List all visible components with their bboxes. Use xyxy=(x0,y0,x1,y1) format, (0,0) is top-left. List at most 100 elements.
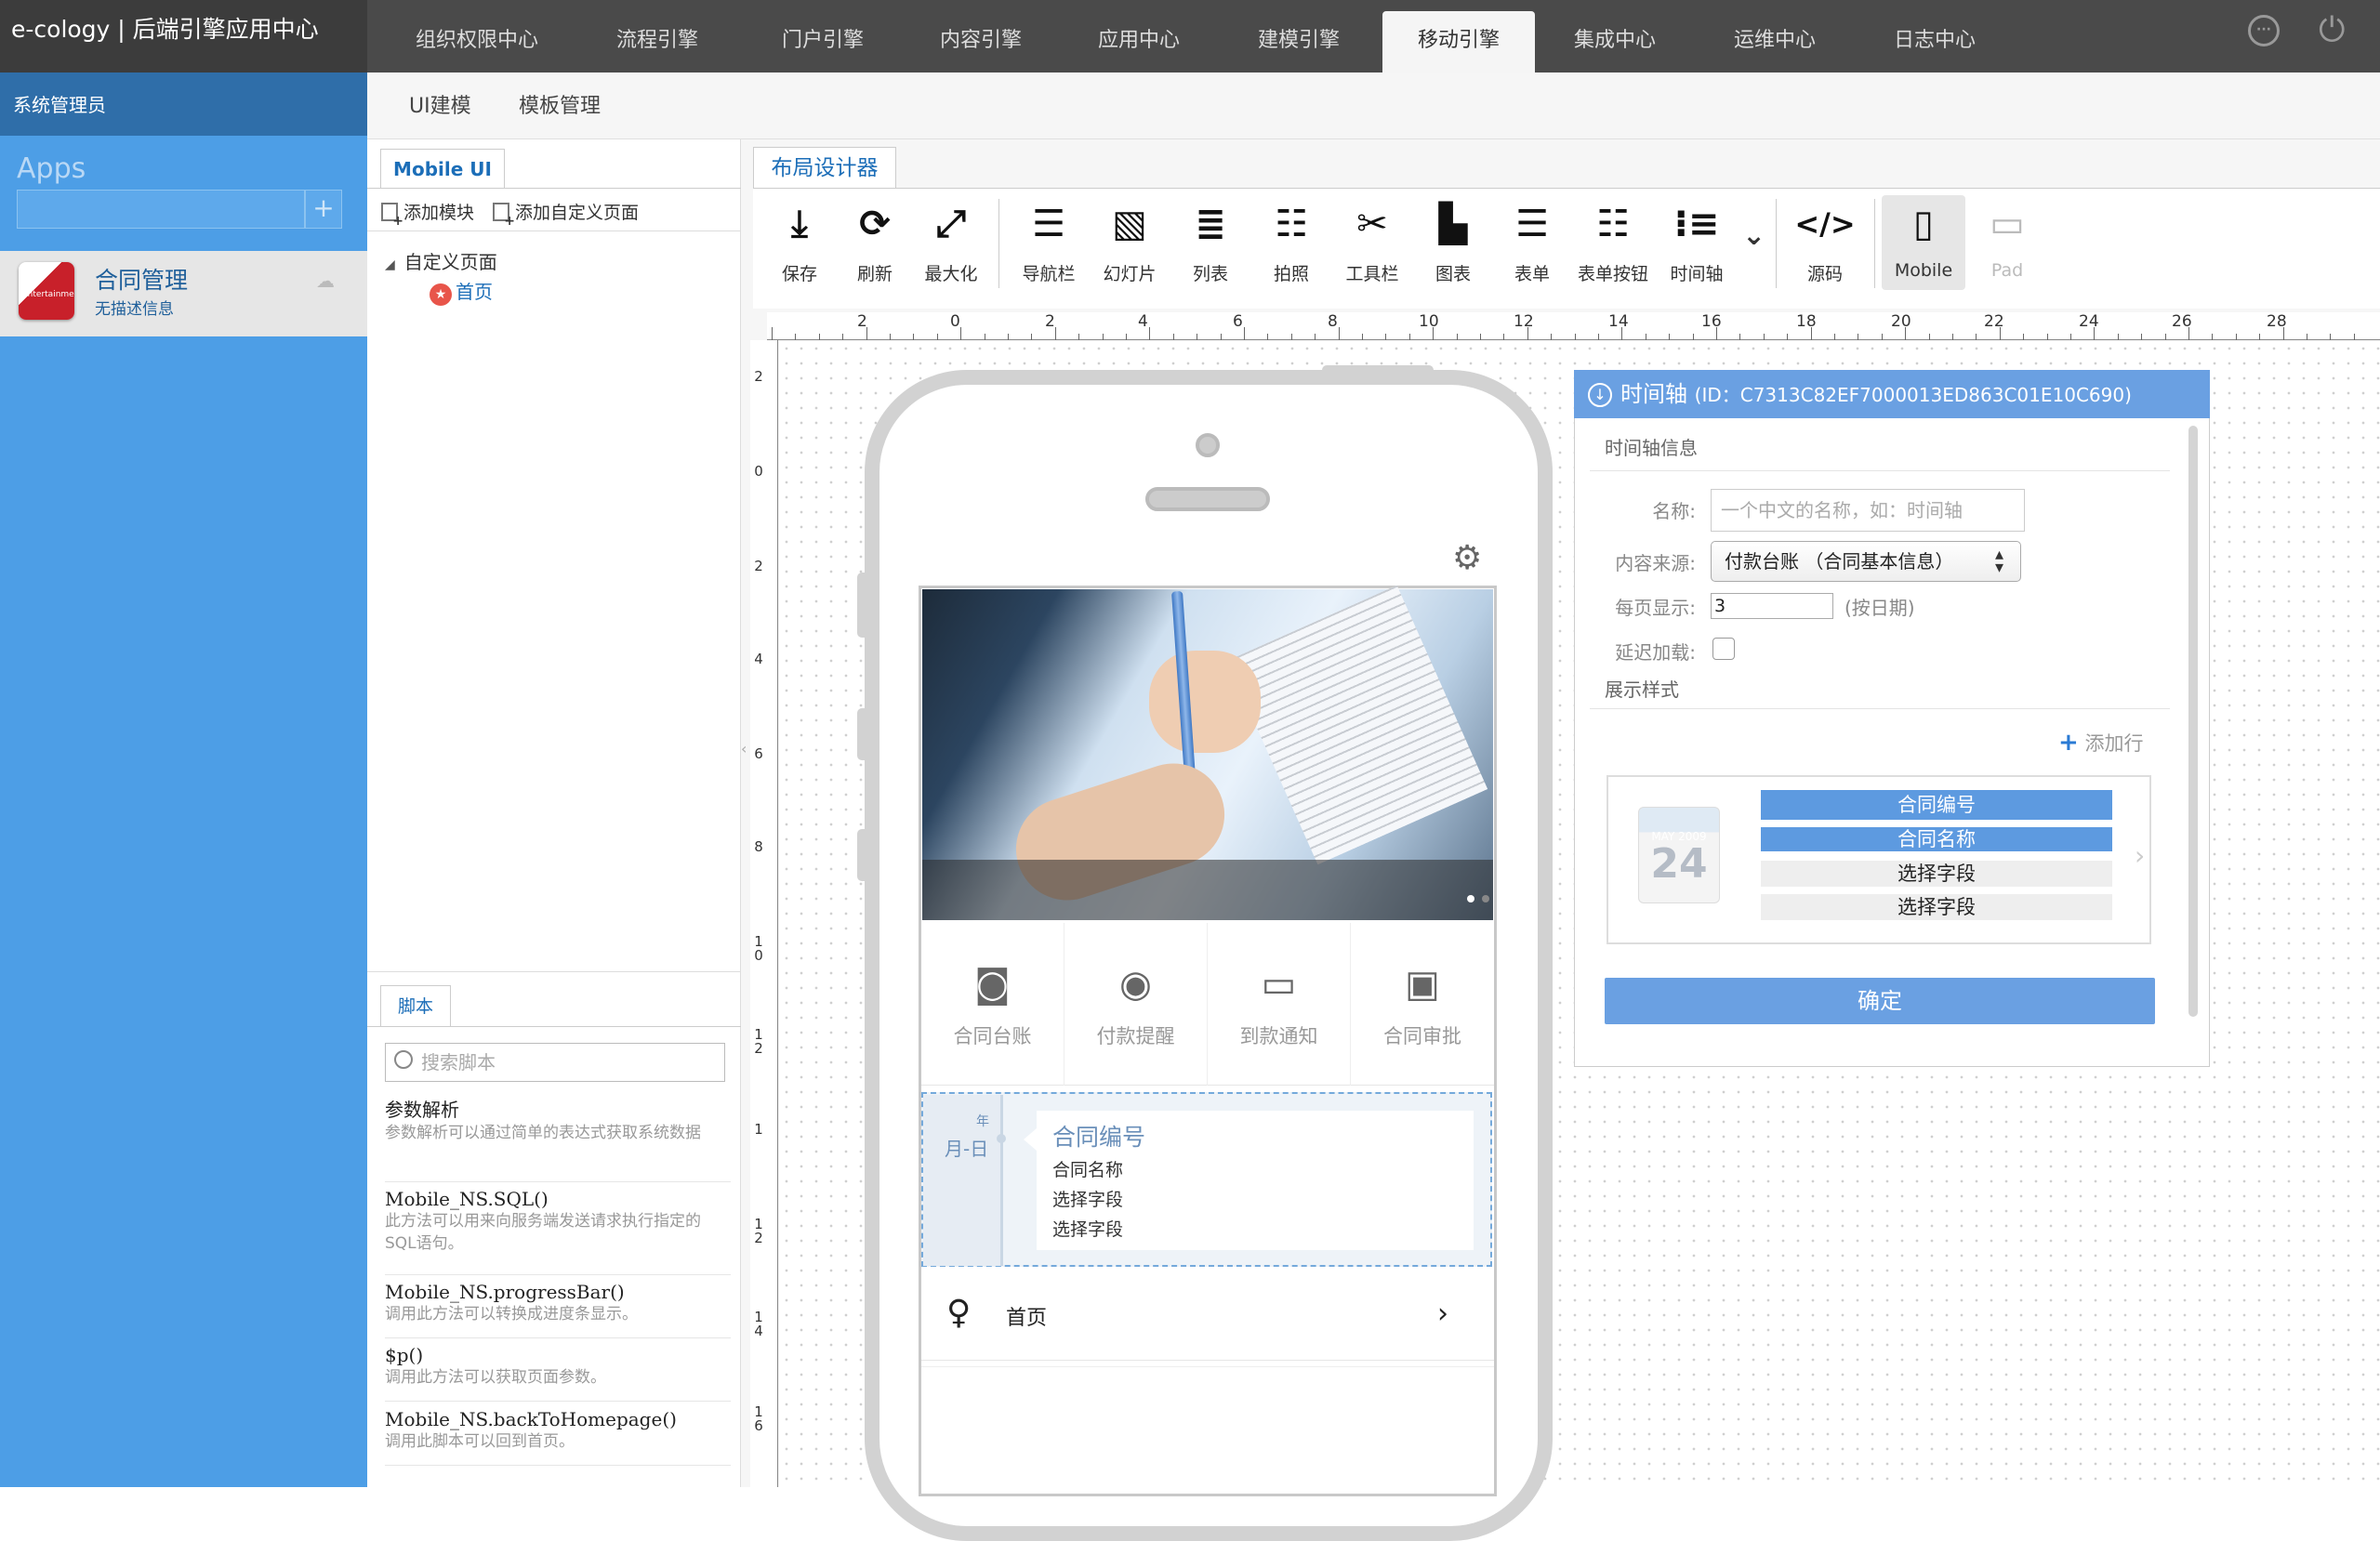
tool-label: 拍照 xyxy=(1273,264,1309,284)
ruler-tick-label: 0 xyxy=(950,312,960,331)
refresh-icon: ⟳ xyxy=(859,203,891,245)
properties-title: 时间轴 xyxy=(1620,381,1687,407)
template-field-select[interactable]: 选择字段 xyxy=(1761,894,2112,920)
ruler-tick xyxy=(1457,334,1458,340)
ruler-tick xyxy=(795,334,796,340)
tool-label: Pad xyxy=(1990,260,2024,281)
name-field-label: 名称: xyxy=(1652,500,1696,522)
confirm-button[interactable]: 确定 xyxy=(1605,978,2155,1024)
nav-portal-engine[interactable]: 门户引擎 xyxy=(753,0,892,72)
cloud-upload-icon[interactable]: ☁ xyxy=(316,270,335,292)
banner-caption-bar xyxy=(922,860,1493,920)
ruler-tick xyxy=(2141,334,2142,340)
add-app-button[interactable]: + xyxy=(305,190,342,229)
app-icon: Entertainment xyxy=(19,262,74,320)
search-icon xyxy=(394,1050,413,1069)
more-icon[interactable]: ··· xyxy=(2248,15,2280,46)
chart-tool[interactable]: ▙ 图表 xyxy=(1411,195,1495,285)
nav-mobile-engine[interactable]: 移动引擎 xyxy=(1382,11,1535,72)
toolbar-tool[interactable]: ✂ 工具栏 xyxy=(1330,195,1414,285)
tab-template-management[interactable]: 模板管理 xyxy=(519,89,601,119)
script-item[interactable]: 参数解析 参数解析可以通过简单的表达式获取系统数据 xyxy=(385,1095,731,1182)
quick-item-payment-reminder[interactable]: ◉ 付款提醒 xyxy=(1064,923,1208,1086)
script-item-desc: 此方法可以用来向服务端发送请求执行指定的SQL语句。 xyxy=(385,1212,701,1253)
photo-tool[interactable]: ☷ 拍照 xyxy=(1250,195,1333,285)
nav-modeling-engine[interactable]: 建模引擎 xyxy=(1229,0,1368,72)
content-source-select[interactable]: 付款台账 （合同基本信息） xyxy=(1711,541,2021,582)
slide-indicator-dot[interactable] xyxy=(1467,895,1474,902)
name-input[interactable]: 一个中文的名称，如：时间轴 xyxy=(1711,489,2025,532)
add-row-button[interactable]: + 添加行 xyxy=(2058,729,2143,757)
nav-integration-center[interactable]: 集成中心 xyxy=(1545,0,1685,72)
nav-workflow-engine[interactable]: 流程引擎 xyxy=(588,0,727,72)
chevron-down-icon[interactable]: ⌄ xyxy=(1742,219,1765,252)
tree-node-custom-pages[interactable]: ◢ 自定义页面 xyxy=(385,247,497,274)
add-module-icon xyxy=(381,203,403,229)
timeline-properties-panel xyxy=(1574,370,2210,1067)
template-field-select[interactable]: 选择字段 xyxy=(1761,861,2112,887)
ruler-tick-label: 8 xyxy=(1328,312,1338,331)
collapse-down-icon[interactable]: ↓ xyxy=(1588,383,1612,407)
slideshow-tool[interactable]: ▧ 幻灯片 xyxy=(1088,195,1171,285)
script-item[interactable]: Mobile_NS.progressBar() 调用此方法可以转换成进度条显示。 xyxy=(385,1281,731,1338)
script-item[interactable]: Mobile_NS.SQL() 此方法可以用来向服务端发送请求执行指定的SQL语句… xyxy=(385,1188,731,1275)
script-item[interactable]: Mobile_NS.backToHomepage() 调用此脚本可以回到首页。 xyxy=(385,1408,731,1466)
quick-item-contract-approval[interactable]: ▣ 合同审批 xyxy=(1351,923,1494,1086)
ruler-tick xyxy=(1362,334,1363,340)
panel-splitter-handle[interactable]: ‹ xyxy=(741,740,747,777)
tool-label: 保存 xyxy=(781,264,817,284)
quick-item-receipt-notice[interactable]: ▭ 到款通知 xyxy=(1208,923,1351,1086)
slide-indicator-dot[interactable] xyxy=(1482,895,1489,902)
source-code-tool[interactable]: </> 源码 xyxy=(1783,195,1867,285)
refresh-tool[interactable]: ⟳ 刷新 xyxy=(833,195,917,285)
tool-label: 刷新 xyxy=(856,264,892,284)
ruler-tick-label: 0 xyxy=(754,463,763,480)
script-item[interactable]: $p() 调用此方法可以获取页面参数。 xyxy=(385,1344,731,1402)
ruler-tick xyxy=(890,334,891,340)
script-item-desc: 调用此脚本可以回到首页。 xyxy=(385,1432,575,1451)
ruler-tick xyxy=(1693,334,1694,340)
template-field-contract-no[interactable]: 合同编号 xyxy=(1761,790,2112,820)
timeline-tool[interactable]: ⁝≡ 时间轴 xyxy=(1655,195,1739,285)
chevron-right-icon[interactable]: › xyxy=(2135,840,2145,871)
ruler-tick xyxy=(866,327,867,340)
tab-script[interactable]: 脚本 xyxy=(380,985,451,1026)
mobile-preview-tool[interactable]: ▯ Mobile xyxy=(1882,195,1965,290)
gear-icon[interactable]: ⚙ xyxy=(1452,539,1482,577)
tab-ui-modeling[interactable]: UI建模 xyxy=(409,89,471,119)
script-search-input[interactable]: 搜索脚本 xyxy=(385,1043,725,1082)
tab-layout-designer[interactable]: 布局设计器 xyxy=(753,147,896,188)
add-custom-page-button[interactable]: 添加自定义页面 xyxy=(493,199,639,229)
nav-org-permission[interactable]: 组织权限中心 xyxy=(398,0,556,72)
ruler-tick xyxy=(960,327,961,340)
pad-preview-tool[interactable]: ▭ Pad xyxy=(1965,195,2049,281)
properties-scrollbar[interactable] xyxy=(2188,426,2198,1017)
nav-content-engine[interactable]: 内容引擎 xyxy=(911,0,1051,72)
form-tool[interactable]: ☰ 表单 xyxy=(1490,195,1574,285)
navbar-tool[interactable]: ☰ 导航栏 xyxy=(1007,195,1091,285)
save-tool[interactable]: ⤓ 保存 xyxy=(758,195,841,285)
form-button-tool[interactable]: ☷ 表单按钮 xyxy=(1571,195,1655,285)
tab-mobile-ui[interactable]: Mobile UI xyxy=(380,149,505,188)
per-page-input[interactable]: 3 xyxy=(1711,593,1833,619)
add-module-button[interactable]: 添加模块 xyxy=(381,199,474,229)
lazy-load-checkbox[interactable] xyxy=(1712,638,1735,660)
timeline-field-contract-name: 合同名称 xyxy=(1052,1160,1124,1180)
timeline-field-select: 选择字段 xyxy=(1052,1219,1124,1240)
ruler-tick xyxy=(1008,334,1009,340)
power-icon[interactable]: ⏻ xyxy=(2319,11,2345,50)
apps-search-input[interactable] xyxy=(17,190,305,229)
quick-item-label: 到款通知 xyxy=(1239,1025,1318,1047)
toolbar-icon: ✂ xyxy=(1356,203,1388,245)
nav-app-center[interactable]: 应用中心 xyxy=(1069,0,1209,72)
nav-ops-center[interactable]: 运维中心 xyxy=(1705,0,1844,72)
tree-node-home[interactable]: ★ 首页 xyxy=(430,277,493,306)
template-field-contract-name[interactable]: 合同名称 xyxy=(1761,827,2112,851)
maximize-tool[interactable]: ⤢ 最大化 xyxy=(909,195,993,285)
quick-item-ledger[interactable]: ◙ 合同台账 xyxy=(921,923,1064,1086)
nav-log-center[interactable]: 日志中心 xyxy=(1865,0,2004,72)
collapse-triangle-icon[interactable]: ◢ xyxy=(385,257,395,272)
ruler-tick xyxy=(1126,334,1127,340)
list-tool[interactable]: ≣ 列表 xyxy=(1169,195,1252,285)
ruler-tick xyxy=(1339,327,1340,340)
